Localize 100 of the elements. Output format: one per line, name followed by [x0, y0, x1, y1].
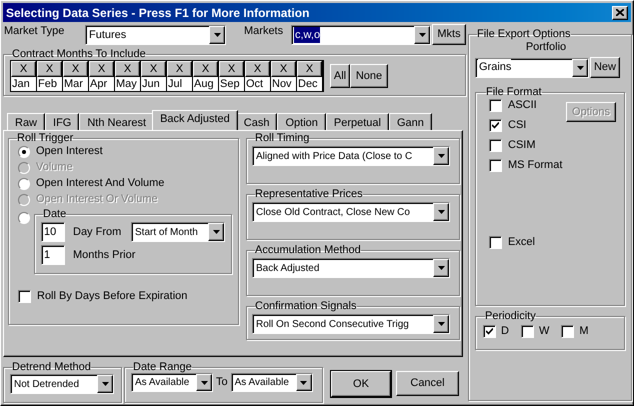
- dropdown-arrow-button[interactable]: [208, 223, 224, 241]
- date-to-dropdown[interactable]: As Available: [230, 373, 313, 392]
- dropdown-arrow-button[interactable]: [97, 375, 113, 393]
- group-title: File Format: [486, 86, 542, 98]
- ok-button[interactable]: OK: [331, 371, 391, 397]
- setting-dropdown[interactable]: Roll On Second Consecutive Trigg: [252, 314, 450, 334]
- checkbox[interactable]: [489, 139, 502, 152]
- dropdown-arrow-button[interactable]: [433, 147, 449, 165]
- cancel-button[interactable]: Cancel: [396, 371, 459, 396]
- checkbox[interactable]: [561, 324, 574, 338]
- option-label: D: [501, 324, 509, 339]
- checkbox[interactable]: [489, 99, 502, 112]
- dropdown-arrow-button[interactable]: [433, 315, 449, 333]
- month-toggle[interactable]: X: [167, 61, 192, 77]
- month-label: May: [115, 77, 140, 91]
- checkbox[interactable]: [520, 324, 534, 338]
- markets-dropdown[interactable]: c,w,o: [291, 25, 431, 45]
- tab[interactable]: Back Adjusted: [152, 110, 238, 130]
- tab[interactable]: Gann: [388, 113, 432, 130]
- group-title: Roll Trigger: [17, 132, 74, 144]
- date-from-dropdown[interactable]: As Available: [131, 373, 213, 392]
- month-toggle[interactable]: X: [193, 61, 218, 77]
- month-toggle[interactable]: X: [271, 61, 296, 77]
- group-title: Roll Timing: [255, 132, 310, 144]
- option-label: CSI: [508, 118, 526, 134]
- month-toggle[interactable]: X: [63, 61, 88, 77]
- field-label: Markets: [244, 24, 284, 39]
- tab[interactable]: IFG: [45, 113, 80, 130]
- group-title: Representative Prices: [255, 188, 363, 200]
- month-toggle[interactable]: X: [219, 61, 244, 77]
- caret-icon: [102, 382, 108, 386]
- close-button[interactable]: [612, 6, 628, 20]
- option-label: Roll By Days Before Expiration: [37, 289, 188, 304]
- all-button[interactable]: All: [330, 64, 350, 88]
- field-label: Portfolio: [524, 40, 568, 54]
- months-field[interactable]: 1: [41, 245, 65, 265]
- tab[interactable]: Perpetual: [326, 113, 389, 130]
- month-toggle[interactable]: X: [11, 61, 36, 77]
- checkbox[interactable]: [489, 119, 502, 132]
- market-type-dropdown[interactable]: Futures: [85, 25, 226, 45]
- tab[interactable]: Raw: [7, 113, 46, 130]
- tab[interactable]: Nth Nearest: [79, 113, 154, 130]
- radio-button[interactable]: [18, 178, 30, 190]
- dropdown-arrow-button[interactable]: [196, 374, 212, 391]
- caret-icon: [418, 33, 426, 37]
- radio-button[interactable]: [18, 212, 30, 224]
- option-label: W: [538, 324, 550, 339]
- group-title: Contract Months To Include: [12, 48, 146, 60]
- field-label: Months Prior: [73, 248, 136, 263]
- group-title: Periodicity: [485, 310, 536, 322]
- radio-button[interactable]: [18, 146, 30, 158]
- setting-dropdown[interactable]: Close Old Contract, Close New Co: [252, 202, 450, 222]
- none-button[interactable]: None: [350, 64, 388, 88]
- tab[interactable]: Cash: [236, 113, 278, 130]
- checkbox[interactable]: [489, 236, 502, 249]
- tab[interactable]: Option: [277, 113, 326, 130]
- month-toggle[interactable]: X: [245, 61, 270, 77]
- dropdown-arrow-button[interactable]: [433, 259, 449, 277]
- caret-icon: [576, 66, 584, 70]
- group-title: File Export Options: [477, 28, 571, 40]
- group-title: Detrend Method: [12, 361, 91, 373]
- setting-dropdown[interactable]: Aligned with Price Data (Close to C: [252, 146, 450, 166]
- dropdown-arrow-button[interactable]: [433, 203, 449, 221]
- option-label: M: [579, 324, 589, 339]
- option-label: CSIM: [508, 138, 536, 154]
- option-label: Excel: [508, 235, 535, 250]
- close-icon: [616, 9, 624, 16]
- field-label: To: [216, 375, 228, 390]
- dropdown-arrow-button[interactable]: [296, 374, 312, 391]
- group-title: Date Range: [133, 361, 192, 373]
- caret-icon: [438, 266, 444, 270]
- dropdown-arrow-button[interactable]: [572, 58, 588, 76]
- month-toggle[interactable]: X: [297, 61, 322, 77]
- checkbox[interactable]: [489, 159, 502, 172]
- field-label: Day From: [73, 224, 122, 240]
- option-label: Open Interest: [36, 144, 103, 160]
- portfolio-dropdown[interactable]: Grains: [475, 58, 589, 78]
- markets-button[interactable]: Mkts: [432, 24, 466, 45]
- month-toggle[interactable]: X: [89, 61, 114, 77]
- caret-icon: [438, 322, 444, 326]
- month-toggle[interactable]: X: [115, 61, 140, 77]
- caret-icon: [212, 230, 220, 234]
- month-toggle[interactable]: X: [141, 61, 166, 77]
- dropdown-arrow-button[interactable]: [414, 26, 430, 44]
- option-label: Open Interest Or Volume: [36, 192, 158, 208]
- option-label: MS Format: [508, 158, 562, 174]
- day-from-dropdown[interactable]: Start of Month: [131, 222, 225, 242]
- setting-dropdown[interactable]: Back Adjusted: [252, 258, 450, 278]
- month-toggle[interactable]: X: [37, 61, 62, 77]
- dropdown-arrow-button[interactable]: [209, 26, 225, 44]
- caret-icon: [214, 33, 220, 37]
- day-field[interactable]: 10: [41, 222, 65, 242]
- new-button[interactable]: New: [590, 57, 620, 78]
- checkbox[interactable]: [483, 324, 496, 338]
- group-title: Confirmation Signals: [255, 300, 356, 312]
- caret-icon: [200, 380, 208, 384]
- option-label: Open Interest And Volume: [36, 176, 164, 192]
- caret-icon: [300, 380, 308, 384]
- checkbox[interactable]: [18, 290, 31, 303]
- detrend-dropdown[interactable]: Not Detrended: [10, 374, 114, 394]
